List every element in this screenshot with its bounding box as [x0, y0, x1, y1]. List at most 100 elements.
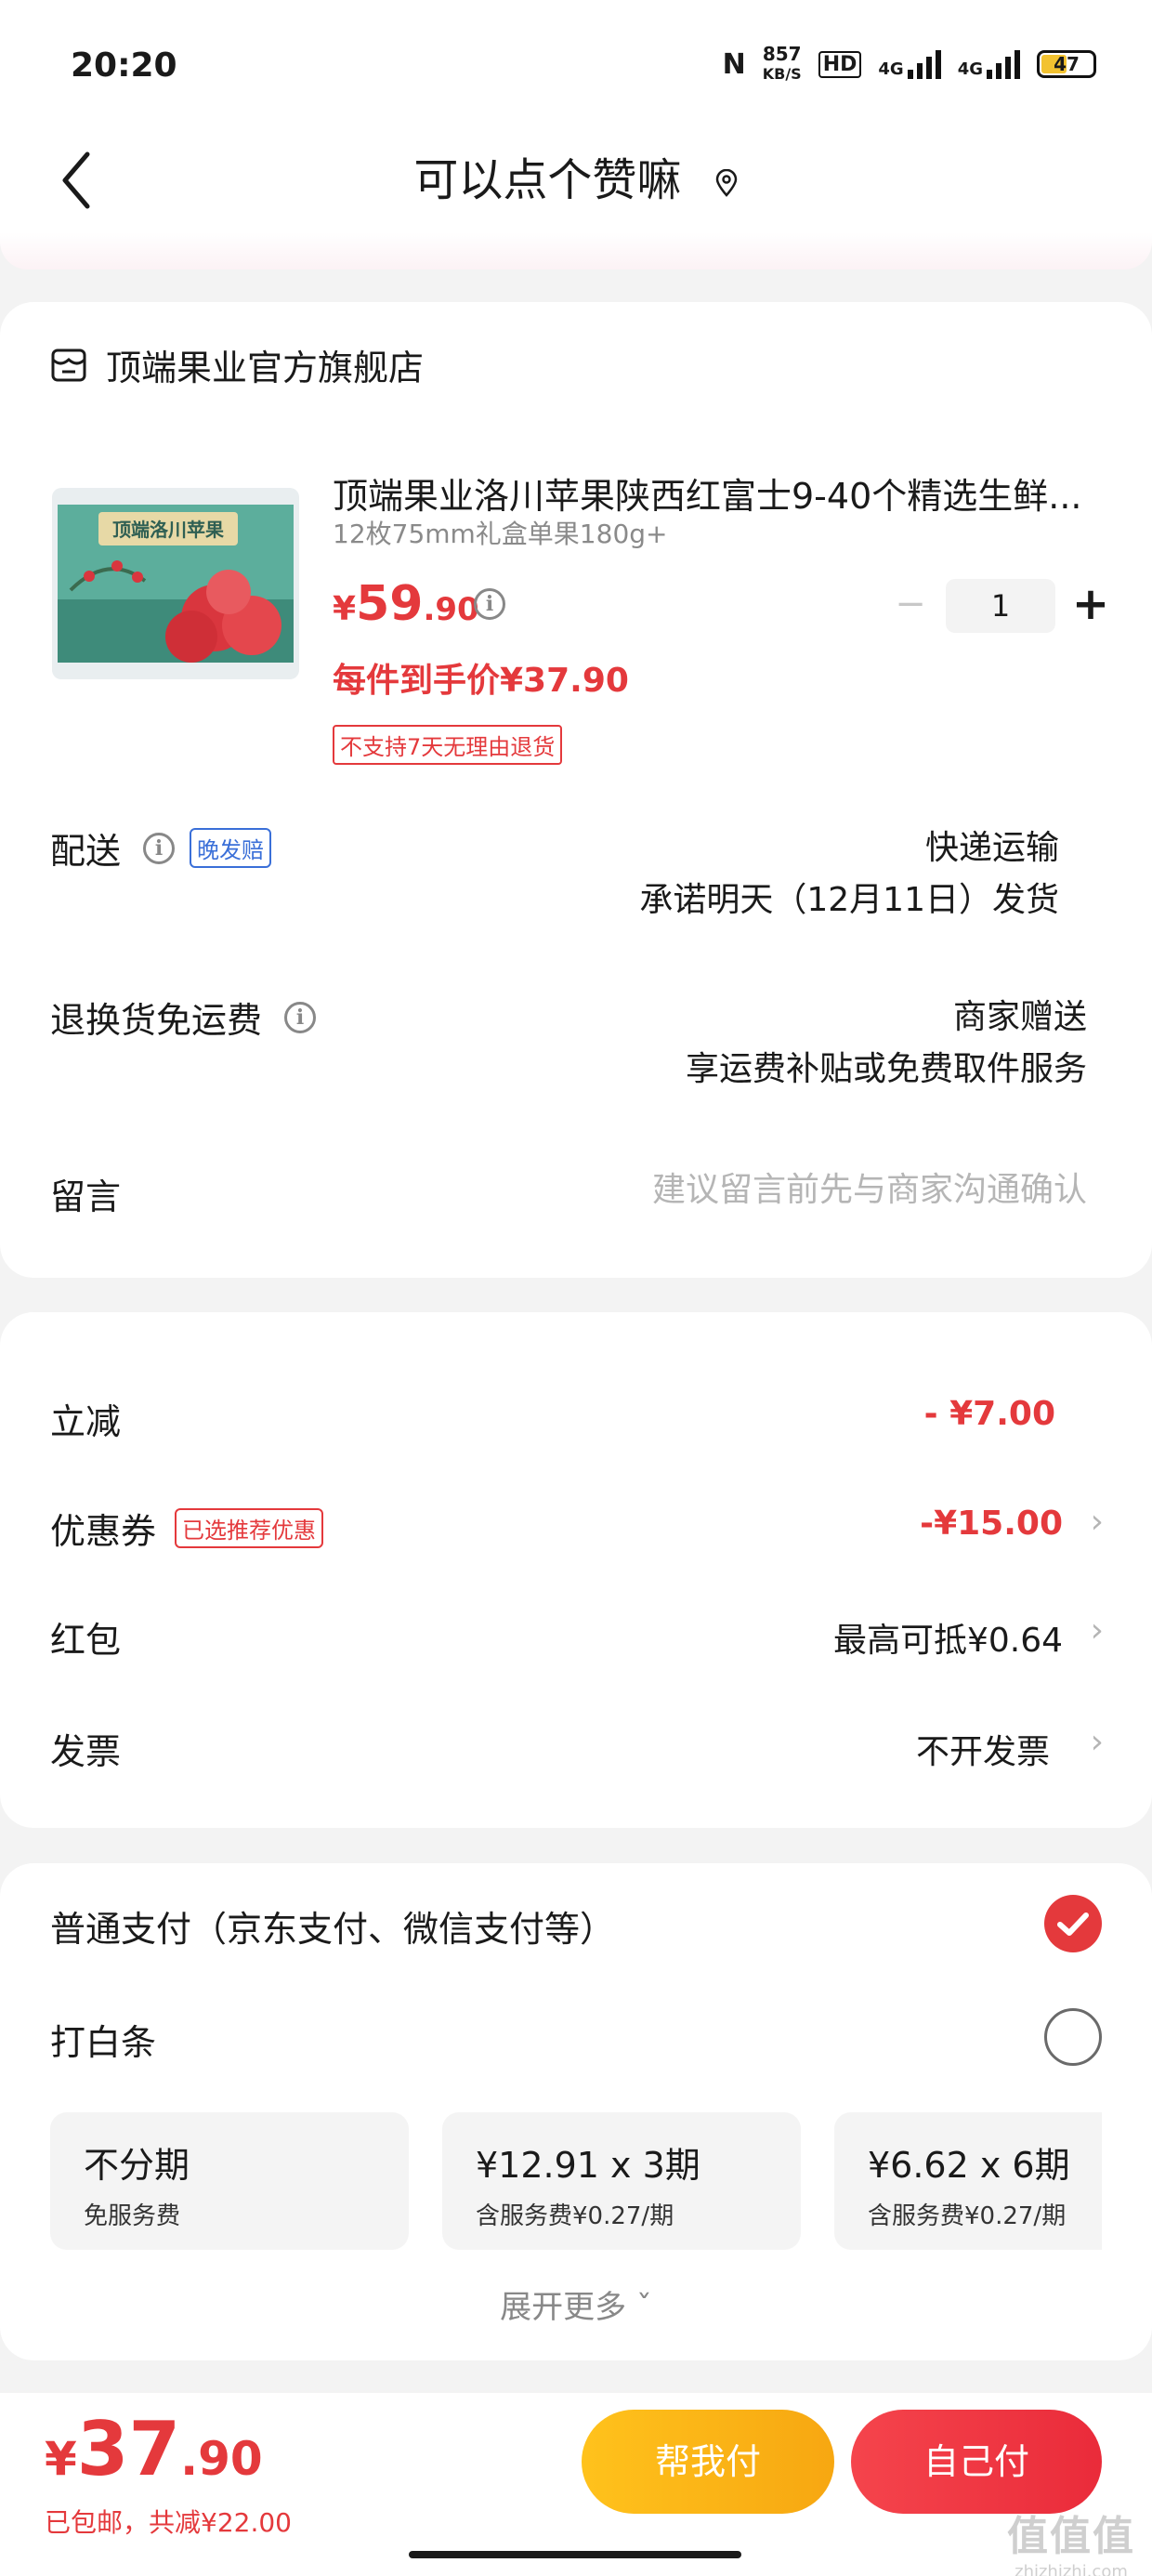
net-speed-unit: KB/S	[762, 65, 802, 83]
shop-name: 顶端果业官方旗舰店	[106, 348, 425, 388]
total-integer: 37	[76, 2406, 181, 2492]
total-price: ¥ 37 .90	[45, 2406, 263, 2492]
hd-icon: HD	[818, 50, 862, 78]
baitiao-label: 打白条	[50, 2022, 157, 2063]
network-type-2: 4G	[957, 59, 983, 79]
product-spec: 12枚75mm礼盒单果180g+	[333, 519, 668, 549]
normal-payment-label: 普通支付（京东支付、微信支付等）	[50, 1909, 616, 1950]
plan-title: ¥6.62 x 6期	[868, 2145, 1070, 2186]
total-decimal: .90	[180, 2432, 263, 2486]
watermark: 值值值 zhizhizhi.com	[1007, 2503, 1135, 2576]
location-pin-icon[interactable]	[714, 169, 739, 197]
home-indicator[interactable]	[409, 2551, 741, 2558]
installment-plans: 不分期 免服务费 ¥12.91 x 3期 含服务费¥0.27/期 ¥6.62 x…	[50, 2112, 1102, 2252]
normal-payment-row[interactable]: 普通支付（京东支付、微信支付等）	[0, 1889, 1152, 1964]
decrease-button[interactable]: −	[883, 580, 938, 632]
chevron-right-icon: ›	[1090, 1723, 1104, 1761]
net-speed: 857 KB/S	[763, 45, 802, 84]
status-time: 20:20	[71, 46, 177, 85]
discount-card: 立减 - ¥7.00 优惠券 已选推荐优惠 -¥15.00 › 红包 最高可抵¥…	[0, 1312, 1152, 1828]
shop-header[interactable]: 顶端果业官方旗舰店	[50, 339, 424, 390]
installment-plan-1[interactable]: 不分期 免服务费	[50, 2112, 409, 2250]
watermark-logo: 值值值	[1007, 2513, 1135, 2560]
product-image-brand-text: 顶端洛川苹果	[112, 519, 224, 541]
nav-bar: 可以点个赞嘛	[0, 130, 1152, 232]
return-shipping-value1: 商家赠送	[952, 998, 1087, 1036]
address-card-edge	[0, 232, 1152, 269]
status-icons: N 857 KB/S HD 4G 4G 47	[723, 45, 1096, 84]
message-label-text: 留言	[50, 1176, 122, 1217]
red-packet-label: 红包	[50, 1620, 122, 1661]
coupon-row[interactable]: 优惠券 已选推荐优惠 -¥15.00 ›	[0, 1492, 1152, 1566]
late-compensation-tag: 晚发赔	[190, 828, 272, 868]
price-info-icon[interactable]: i	[474, 588, 505, 620]
help-me-pay-button[interactable]: 帮我付	[582, 2410, 834, 2514]
invoice-label: 发票	[50, 1731, 122, 1772]
quantity-input[interactable]: 1	[946, 579, 1055, 633]
instant-discount-row: 立减 - ¥7.00	[0, 1382, 1152, 1456]
price-integer: 59	[356, 576, 424, 632]
message-label: 留言	[50, 1168, 121, 1219]
instant-discount-label: 立减	[50, 1401, 122, 1442]
plan-subtitle: 免服务费	[84, 2202, 181, 2230]
installment-plan-2[interactable]: ¥12.91 x 3期 含服务费¥0.27/期	[442, 2112, 801, 2250]
message-input[interactable]: 建议留言前先与商家沟通确认	[652, 1164, 1087, 1216]
increase-button[interactable]: +	[1063, 580, 1119, 632]
baitiao-radio[interactable]	[1044, 2008, 1102, 2066]
delivery-promise: 承诺明天（12月11日）发货	[639, 881, 1059, 919]
return-shipping-info: 商家赠送 享运费补贴或免费取件服务	[686, 992, 1087, 1096]
battery-icon: 47	[1037, 50, 1096, 78]
shop-icon	[51, 348, 86, 381]
delivery-label-group: 配送 i 晚发赔	[50, 822, 272, 874]
pay-myself-button[interactable]: 自己付	[851, 2410, 1102, 2514]
red-packet-row[interactable]: 红包 最高可抵¥0.64 ›	[0, 1600, 1152, 1675]
product-image[interactable]: 顶端洛川苹果	[52, 488, 299, 679]
status-bar: 20:20 N 857 KB/S HD 4G 4G 47	[0, 0, 1152, 130]
quantity-stepper: − 1 +	[883, 579, 1119, 633]
return-policy-tag: 不支持7天无理由退货	[333, 725, 563, 765]
delivery-info-icon[interactable]: i	[143, 832, 176, 864]
return-shipping-label-group: 退换货免运费 i	[50, 992, 317, 1043]
chevron-right-icon: ›	[1090, 1611, 1104, 1649]
net-speed-value: 857	[762, 43, 802, 65]
plan-title: 不分期	[84, 2145, 190, 2186]
product-name[interactable]: 顶端果业洛川苹果陕西红富士9-40个精选生鲜...	[333, 467, 1094, 519]
total-note: 已包邮，共减¥22.00	[45, 2507, 292, 2538]
plan-subtitle: 含服务费¥0.27/期	[868, 2202, 1067, 2230]
order-item-card: 顶端果业官方旗舰店 顶端洛川苹果 顶端果业洛川苹果陕西红富士9-40个精选生鲜.…	[0, 302, 1152, 1278]
product-price: ¥ 59 .90	[333, 576, 479, 632]
page-title-text: 可以点个赞嘛	[413, 154, 682, 206]
delivery-label: 配送	[50, 831, 122, 872]
delivery-info[interactable]: 快递运输 承诺明天（12月11日）发货	[639, 822, 1059, 927]
installment-plan-3[interactable]: ¥6.62 x 6期 含服务费¥0.27/期	[834, 2112, 1102, 2250]
invoice-value: 不开发票	[915, 1733, 1050, 1771]
total-currency: ¥	[45, 2432, 77, 2486]
return-shipping-info-icon[interactable]: i	[284, 1001, 317, 1033]
check-icon	[1057, 1912, 1089, 1936]
battery-level: 47	[1054, 53, 1080, 75]
price-currency: ¥	[333, 590, 357, 628]
signal-1-icon: 4G	[878, 49, 941, 79]
return-shipping-value2: 享运费补贴或免费取件服务	[685, 1050, 1087, 1088]
baitiao-row[interactable]: 打白条	[0, 2003, 1152, 2077]
network-type-1: 4G	[878, 59, 904, 79]
nfc-icon: N	[722, 47, 746, 81]
page-title: 可以点个赞嘛	[0, 143, 1152, 217]
red-packet-value: 最高可抵¥0.64	[832, 1622, 1063, 1660]
instant-discount-value: - ¥7.00	[923, 1395, 1055, 1433]
expand-more-button[interactable]: 展开更多 ˇ	[0, 2281, 1152, 2327]
return-shipping-label: 退换货免运费	[50, 1000, 263, 1041]
invoice-row[interactable]: 发票 不开发票 ›	[0, 1712, 1152, 1786]
normal-payment-radio[interactable]	[1044, 1895, 1102, 1952]
signal-2-icon: 4G	[958, 49, 1020, 79]
chevron-right-icon: ›	[1090, 1503, 1104, 1541]
watermark-url: zhizhizhi.com	[1015, 2562, 1128, 2576]
price-decimal: .90	[423, 591, 479, 628]
coupon-recommended-tag: 已选推荐优惠	[175, 1508, 324, 1548]
final-unit-price: 每件到手价¥37.90	[333, 662, 629, 700]
payment-card: 普通支付（京东支付、微信支付等） 打白条 不分期 免服务费 ¥12.91 x 3…	[0, 1863, 1152, 2360]
coupon-label: 优惠券	[50, 1511, 157, 1552]
plan-title: ¥12.91 x 3期	[476, 2145, 700, 2186]
checkout-bar: ¥ 37 .90 已包邮，共减¥22.00 帮我付 自己付 值值值 zhizhi…	[0, 2393, 1152, 2576]
delivery-method: 快递运输	[924, 829, 1059, 867]
